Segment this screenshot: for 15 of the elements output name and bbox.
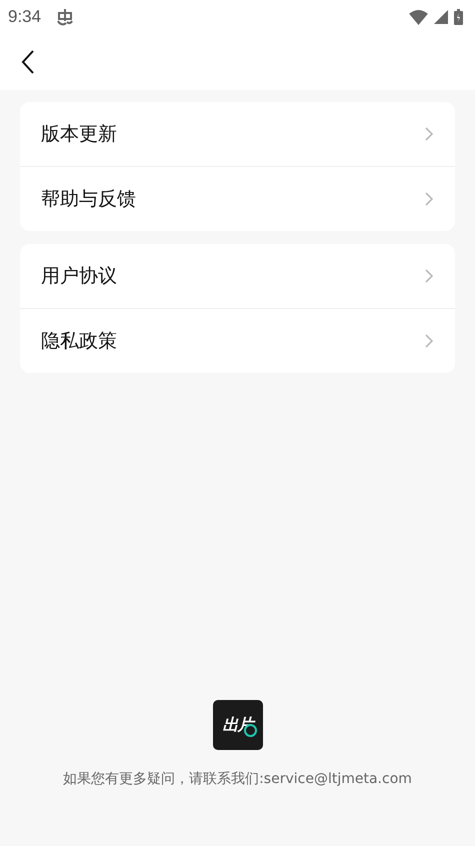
signal-icon xyxy=(434,10,448,24)
menu-item[interactable]: 版本更新 xyxy=(20,102,455,166)
status-time: 9:34 xyxy=(8,7,42,27)
chevron-icon xyxy=(425,127,433,141)
contact-text: 如果您有更多疑问，请联系我们:service@ltjmeta.com xyxy=(62,770,413,788)
chevron-icon xyxy=(425,269,433,283)
menu-item[interactable]: 帮助与反馈 xyxy=(20,166,455,231)
wifi-icon xyxy=(409,10,428,24)
menu-item[interactable]: 用户协议 xyxy=(20,244,455,308)
back-icon[interactable] xyxy=(21,50,35,74)
chevron-icon xyxy=(425,192,433,206)
battery-icon xyxy=(454,9,463,25)
bug-icon xyxy=(55,7,76,27)
menu-item[interactable]: 隐私政策 xyxy=(20,308,455,373)
chevron-icon xyxy=(425,334,433,348)
